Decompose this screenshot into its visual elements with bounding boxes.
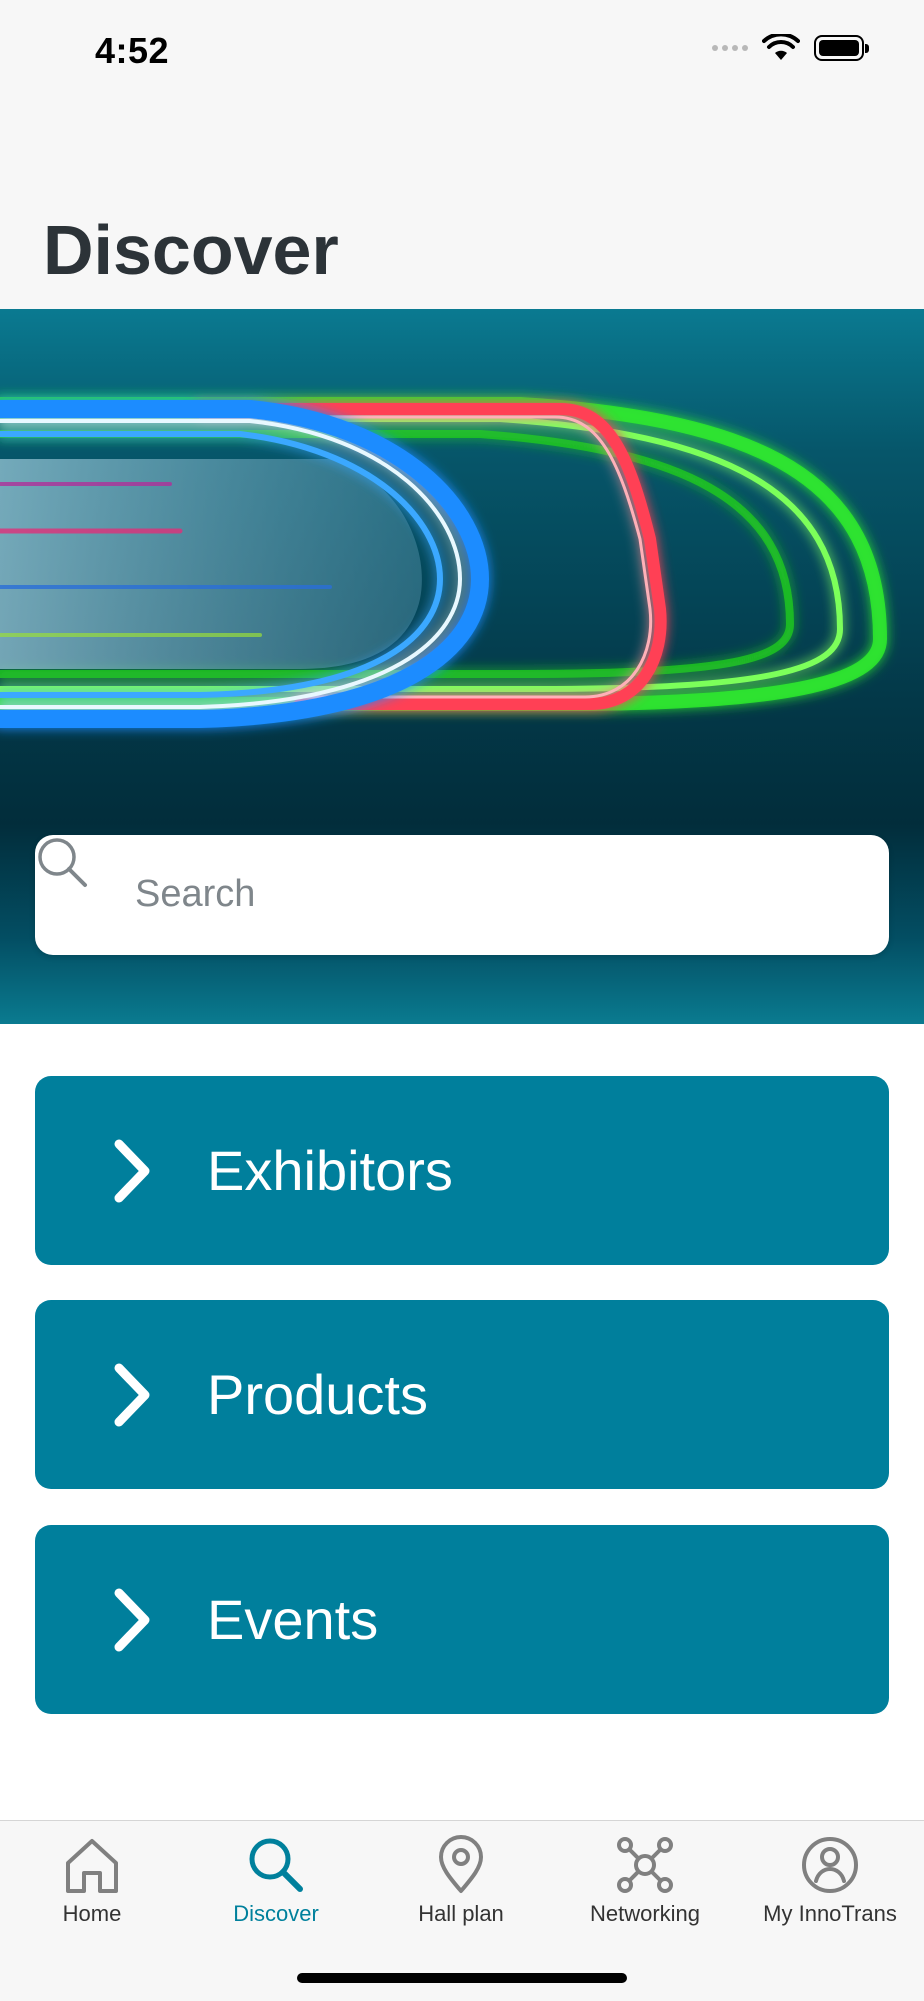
products-button[interactable]: Products: [35, 1300, 889, 1489]
wifi-icon: [762, 34, 800, 60]
search-icon: [249, 1838, 303, 1892]
status-time: 4:52: [95, 30, 170, 71]
tab-label-hall-plan: Hall plan: [418, 1901, 504, 1926]
search-placeholder: Search: [135, 873, 256, 915]
chevron-right-icon: [114, 1139, 150, 1203]
chevron-right-icon: [114, 1363, 150, 1427]
search-input[interactable]: Search: [35, 835, 889, 955]
tab-home[interactable]: Home: [0, 1835, 184, 1935]
hero-banner: Search: [0, 309, 924, 1024]
chevron-right-icon: [114, 1588, 150, 1652]
events-button[interactable]: Events: [35, 1525, 889, 1714]
battery-icon: [814, 35, 869, 61]
search-icon: [38, 838, 87, 887]
home-indicator[interactable]: [297, 1973, 627, 1983]
tab-label-networking: Networking: [589, 1901, 701, 1926]
user-circle-icon: [802, 1837, 858, 1893]
tab-label-home: Home: [62, 1901, 122, 1926]
status-icons: [712, 34, 869, 62]
tab-label-discover: Discover: [233, 1901, 319, 1926]
network-icon: [617, 1837, 673, 1893]
cellular-signal-icon: [712, 45, 748, 51]
house-icon: [66, 1839, 118, 1893]
events-label: Events: [207, 1588, 379, 1651]
tab-bar: Home Discover Hall plan Networking My In…: [0, 1820, 924, 2001]
exhibitors-button[interactable]: Exhibitors: [35, 1076, 889, 1265]
tab-label-my-innotrans: My InnoTrans: [763, 1901, 897, 1926]
header: Discover: [0, 100, 924, 309]
status-bar: 4:52: [0, 0, 924, 100]
map-pin-icon: [439, 1835, 483, 1893]
tab-networking[interactable]: Networking: [553, 1835, 737, 1935]
page-title: Discover: [43, 211, 339, 289]
products-label: Products: [207, 1363, 428, 1426]
tab-my-innotrans[interactable]: My InnoTrans: [738, 1835, 922, 1935]
tab-hall-plan[interactable]: Hall plan: [369, 1835, 553, 1935]
tab-discover[interactable]: Discover: [184, 1835, 368, 1935]
exhibitors-label: Exhibitors: [207, 1139, 453, 1202]
